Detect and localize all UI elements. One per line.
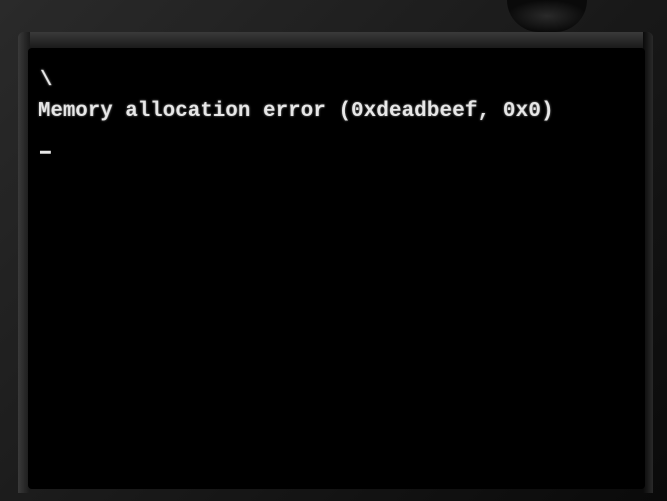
boot-spinner: \: [38, 66, 639, 96]
terminal-cursor: [40, 151, 51, 154]
bezel-edge-top: [18, 32, 653, 48]
spinner-char: \: [40, 69, 52, 92]
terminal-output: \ Memory allocation error (0xdeadbeef, 0…: [30, 48, 645, 177]
monitor-bezel: \ Memory allocation error (0xdeadbeef, 0…: [0, 0, 667, 501]
error-text: Memory allocation error (0xdeadbeef, 0x0…: [38, 100, 554, 123]
error-message-line: Memory allocation error (0xdeadbeef, 0x0…: [38, 97, 639, 127]
screen: \ Memory allocation error (0xdeadbeef, 0…: [28, 48, 645, 489]
webcam-bump: [507, 0, 587, 32]
cursor-line: [38, 129, 639, 159]
